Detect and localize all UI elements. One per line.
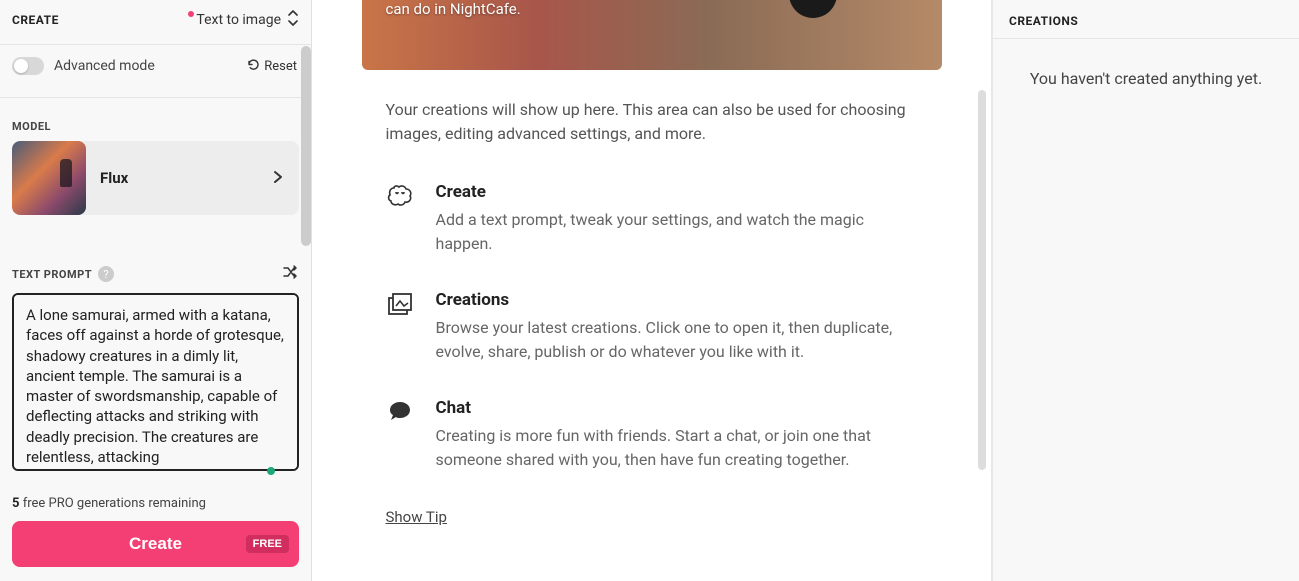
mode-selector[interactable]: Text to image	[188, 10, 299, 30]
feature-chat: Chat Creating is more fun with friends. …	[386, 382, 918, 490]
feature-desc: Creating is more fun with friends. Start…	[436, 424, 918, 472]
hero-text: can do in NightCafe.	[386, 0, 521, 18]
creations-empty-state: You haven't created anything yet.	[993, 38, 1299, 581]
advanced-left: Advanced mode	[12, 57, 155, 75]
scrollbar-thumb[interactable]	[301, 46, 311, 246]
status-indicator-dot	[267, 467, 275, 475]
prompt-header: TEXT PROMPT ?	[0, 215, 311, 293]
feature-desc: Add a text prompt, tweak your settings, …	[436, 208, 918, 256]
show-tip-link[interactable]: Show Tip	[362, 490, 942, 544]
prompt-input[interactable]	[12, 293, 299, 471]
create-sidebar: CREATE Text to image Advanced mode Reset	[0, 0, 312, 581]
feature-body: Creations Browse your latest creations. …	[436, 290, 918, 364]
new-indicator-dot	[188, 11, 194, 17]
main-content: can do in NightCafe. Your creations will…	[362, 0, 942, 544]
create-button[interactable]: Create FREE	[12, 521, 299, 567]
model-section-label: MODEL	[0, 98, 311, 141]
feature-creations: Creations Browse your latest creations. …	[386, 274, 918, 382]
feature-body: Create Add a text prompt, tweak your set…	[436, 182, 918, 256]
chevron-updown-icon	[287, 10, 299, 30]
create-button-label: Create	[129, 534, 182, 554]
model-selector[interactable]: Flux	[12, 141, 299, 215]
reset-label: Reset	[264, 59, 297, 74]
chat-icon	[386, 398, 416, 472]
reset-icon	[247, 58, 260, 75]
model-thumbnail	[12, 141, 86, 215]
reset-button[interactable]: Reset	[247, 58, 297, 75]
free-badge: FREE	[246, 535, 289, 553]
create-header: CREATE Text to image	[0, 0, 311, 34]
feature-title: Create	[436, 182, 918, 202]
sidebar-footer: 5 free PRO generations remaining Create …	[0, 484, 311, 581]
creations-title: CREATIONS	[993, 0, 1299, 38]
hero-avatar	[789, 0, 837, 18]
main-area: can do in NightCafe. Your creations will…	[312, 0, 992, 581]
feature-create: Create Add a text prompt, tweak your set…	[386, 166, 918, 274]
feature-body: Chat Creating is more fun with friends. …	[436, 398, 918, 472]
feature-title: Creations	[436, 290, 918, 310]
prompt-section-label: TEXT PROMPT	[12, 268, 92, 281]
advanced-mode-label: Advanced mode	[54, 58, 155, 74]
generations-remaining: 5 free PRO generations remaining	[12, 496, 299, 511]
feature-desc: Browse your latest creations. Click one …	[436, 316, 918, 364]
create-title: CREATE	[12, 13, 59, 27]
prompt-label-wrap: TEXT PROMPT ?	[12, 266, 114, 282]
hero-banner: can do in NightCafe.	[362, 0, 942, 70]
brain-icon	[386, 182, 416, 256]
model-name: Flux	[86, 169, 273, 187]
advanced-row: Advanced mode Reset	[0, 45, 311, 87]
intro-text: Your creations will show up here. This a…	[362, 70, 942, 166]
advanced-mode-toggle[interactable]	[12, 57, 44, 75]
scrollbar-thumb[interactable]	[978, 90, 986, 470]
creations-sidebar: CREATIONS You haven't created anything y…	[992, 0, 1299, 581]
gallery-icon	[386, 290, 416, 364]
help-icon[interactable]: ?	[98, 266, 114, 282]
shuffle-icon[interactable]	[281, 263, 299, 285]
generations-text: free PRO generations remaining	[19, 496, 205, 511]
feature-title: Chat	[436, 398, 918, 418]
sidebar-scroll: CREATE Text to image Advanced mode Reset	[0, 0, 311, 484]
feature-list: Create Add a text prompt, tweak your set…	[362, 166, 942, 490]
chevron-right-icon	[273, 169, 299, 188]
mode-label: Text to image	[196, 12, 281, 28]
